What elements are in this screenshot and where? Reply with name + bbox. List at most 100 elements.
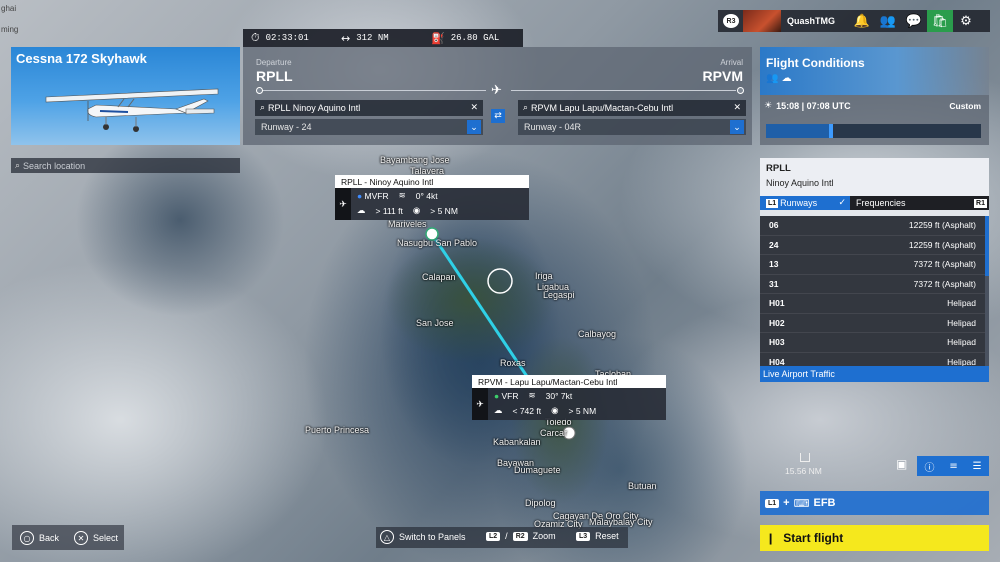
runway-info: Helipad (947, 317, 976, 328)
back-button[interactable]: ○ Back (20, 531, 59, 545)
list-item[interactable]: 06 12259 ft (Asphalt) (760, 216, 985, 236)
stop-icon[interactable]: ▣ (896, 457, 907, 471)
arrival-slider-handle[interactable] (737, 87, 744, 94)
chevron-down-icon: ⌄ (467, 120, 481, 134)
start-flight-button[interactable]: ❙ Start flight (760, 525, 989, 551)
info-icon[interactable]: ⓘ (924, 459, 934, 474)
list-item[interactable]: 31 7372 ft (Asphalt) (760, 275, 985, 294)
avatar[interactable] (743, 10, 781, 32)
layers-icon[interactable]: ≡ (949, 461, 957, 472)
map-place-label: Legaspi (543, 290, 575, 300)
arrival-runway-select[interactable]: Runway - 04R ⌄ (518, 119, 746, 135)
circle-button-icon: ○ (20, 531, 34, 545)
efb-button[interactable]: L1 + ⌨ EFB (760, 491, 989, 515)
map-place-label: Iriga (535, 271, 553, 281)
list-item[interactable]: H04 Helipad (760, 353, 985, 366)
r1-button-badge: R1 (974, 198, 987, 208)
departure-label: Departure (256, 58, 292, 67)
live-airport-traffic-button[interactable]: Live Airport Traffic (760, 366, 989, 382)
runway-info: Helipad (947, 337, 976, 348)
swap-icon: ⇄ (494, 111, 502, 121)
time-of-day-handle[interactable] (828, 124, 833, 138)
clear-icon[interactable]: ✕ (470, 103, 478, 113)
list-item[interactable]: H02 Helipad (760, 314, 985, 333)
ceiling-value: > 111 ft (375, 206, 403, 216)
username[interactable]: QuashTMG (787, 16, 849, 26)
arrival-runway-value: Runway - 04R (524, 122, 582, 132)
airport-tabs: L1 Runways ✓ Frequencies R1 (760, 196, 989, 210)
departure-airport-field[interactable]: ⌕ RPLL Ninoy Aquino Intl ✕ (255, 100, 483, 116)
departure-runway-select[interactable]: Runway - 24 ⌄ (255, 119, 483, 135)
chevron-down-icon: ⌄ (730, 120, 744, 134)
checkmark-icon: ✓ (838, 198, 846, 208)
departure-airport-card[interactable]: RPLL - Ninoy Aquino Intl ✈ ● MVFR ≋ 0° 4… (335, 175, 529, 220)
route-slider-track (261, 90, 486, 91)
bell-icon[interactable]: 🔔 (849, 14, 875, 29)
departure-weather: ✈ ● MVFR ≋ 0° 4kt ☁ > 111 ft ◉ > 5 NM (335, 188, 529, 220)
wind-value: 30° 7kt (545, 391, 573, 401)
friends-icon[interactable]: 👥 (875, 14, 901, 29)
tab-runways[interactable]: L1 Runways ✓ (760, 196, 850, 210)
visibility-value: > 5 NM (430, 206, 458, 216)
list-icon[interactable]: ☰ (973, 461, 982, 472)
tab-frequencies[interactable]: Frequencies R1 (850, 196, 989, 210)
arrival-airport-card[interactable]: RPVM - Lapu Lapu/Mactan-Cebu Intl ✈ ● VF… (472, 375, 666, 420)
map-place-label: Kabankalan (493, 437, 541, 447)
runway-id: H04 (769, 356, 785, 366)
search-location-input[interactable] (23, 160, 224, 171)
search-location-field[interactable]: ⌕ (11, 158, 240, 173)
switch-panels-button[interactable]: △ Switch to Panels (380, 530, 466, 544)
reset-label: Reset (595, 531, 619, 541)
time-of-day-slider[interactable] (766, 124, 981, 138)
runway-id: 13 (769, 259, 779, 270)
zoom-button[interactable]: L2 / R2 Zoom (486, 531, 556, 541)
chat-icon[interactable]: 💬 (901, 14, 927, 29)
map-tools: ⓘ ≡ ☰ (917, 456, 989, 476)
list-item[interactable]: 13 7372 ft (Asphalt) (760, 255, 985, 275)
arrival-airport-value: RPVM Lapu Lapu/Mactan-Cebu Intl (531, 103, 674, 113)
select-button[interactable]: ✕ Select (74, 531, 118, 545)
flight-conditions-panel[interactable]: Flight Conditions 👥 ☁ ☀ 15:08 | 07:08 UT… (760, 47, 989, 145)
swap-airports-button[interactable]: ⇄ (491, 109, 505, 123)
zoom-label: Zoom (532, 531, 556, 541)
list-item[interactable]: 24 12259 ft (Asphalt) (760, 236, 985, 255)
marketplace-icon[interactable]: 🛍 (927, 10, 953, 32)
takeoff-icon: ✈ (335, 188, 351, 220)
airport-details-panel: RPLL Ninoy Aquino Intl L1 Runways ✓ Freq… (760, 158, 989, 382)
departure-card-title: RPLL - Ninoy Aquino Intl (335, 175, 529, 188)
runway-info: 7372 ft (Asphalt) (913, 259, 976, 270)
list-item[interactable]: H01 Helipad (760, 294, 985, 314)
search-icon: ⌕ (15, 160, 21, 171)
map-scale-bar (800, 453, 810, 462)
flight-category: ● MVFR (357, 191, 389, 201)
runway-info: 12259 ft (Asphalt) (908, 239, 976, 250)
map-place-label: Puerto Princesa (305, 425, 370, 435)
runway-list[interactable]: 06 12259 ft (Asphalt) 24 12259 ft (Asphalt… (760, 216, 985, 366)
runway-id: H02 (769, 317, 785, 328)
list-item[interactable]: H03 Helipad (760, 333, 985, 353)
multiplayer-weather-icons: 👥 ☁ (766, 73, 792, 84)
aircraft-image (45, 88, 219, 132)
cross-button-icon: ✕ (74, 531, 88, 545)
departure-airport-value: RPLL Ninoy Aquino Intl (268, 103, 361, 113)
arrival-airport-field[interactable]: ⌕ RPVM Lapu Lapu/Mactan-Cebu Intl ✕ (518, 100, 746, 116)
map-place-label: Roxas (500, 358, 526, 368)
l3-button-badge: L3 (576, 531, 591, 541)
runway-list-scrollbar[interactable] (985, 216, 989, 366)
runway-id: H03 (769, 337, 785, 348)
runway-info: 12259 ft (Asphalt) (908, 220, 976, 231)
runway-id: 06 (769, 220, 779, 231)
gear-icon[interactable]: ⚙ (953, 14, 979, 29)
clear-icon[interactable]: ✕ (733, 103, 741, 113)
runway-info: 7372 ft (Asphalt) (913, 278, 976, 289)
map-cursor (487, 268, 513, 294)
airport-name: Ninoy Aquino Intl (766, 178, 834, 188)
reset-button[interactable]: L3 Reset (576, 531, 619, 541)
arrival-weather: ✈ ● VFR ≋ 30° 7kt ☁ < 742 ft ◉ > 5 NM (472, 388, 666, 420)
map-place-label: Carcar (540, 428, 568, 438)
aircraft-card[interactable]: Cessna 172 Skyhawk (11, 47, 240, 145)
local-utc-time: 15:08 | 07:08 UTC (776, 101, 851, 111)
departure-slider-handle[interactable] (256, 87, 263, 94)
scrollbar-thumb[interactable] (985, 216, 989, 276)
runway-id: 31 (769, 278, 779, 289)
